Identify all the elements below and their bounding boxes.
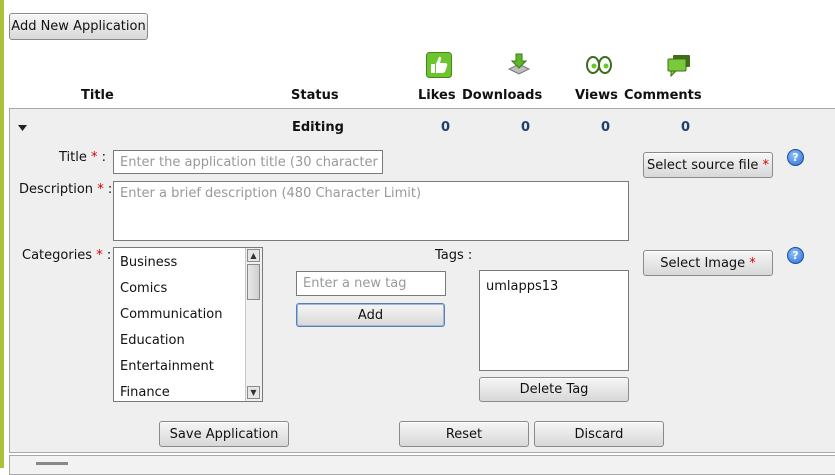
add-tag-button[interactable]: Add	[296, 303, 445, 327]
scrollbar-thumb[interactable]	[247, 264, 260, 300]
category-option[interactable]: Communication	[120, 307, 222, 322]
tag-item[interactable]: umlapps13	[486, 279, 558, 294]
reset-button[interactable]: Reset	[399, 421, 529, 447]
category-option[interactable]: Finance	[120, 385, 170, 400]
likes-count: 0	[441, 120, 451, 135]
column-header-status: Status	[291, 88, 339, 103]
column-header-comments: Comments	[624, 88, 702, 103]
description-label-text: Description	[19, 182, 94, 197]
downloads-count: 0	[521, 120, 531, 135]
scroll-down-arrow-icon[interactable]: ▼	[247, 386, 260, 399]
column-header-downloads: Downloads	[462, 88, 543, 103]
next-application-panel	[9, 455, 835, 475]
categories-label: Categories * :	[22, 248, 111, 263]
title-label-text: Title	[59, 150, 87, 165]
required-mark: *	[762, 157, 769, 173]
left-accent-rule	[0, 0, 4, 468]
tags-list[interactable]: umlapps13	[479, 270, 629, 371]
required-mark: *	[749, 255, 756, 271]
download-icon	[507, 53, 531, 75]
save-application-button[interactable]: Save Application	[159, 421, 289, 447]
categories-label-text: Categories	[22, 248, 93, 263]
collapse-triangle-icon[interactable]	[18, 125, 27, 131]
category-option[interactable]: Comics	[120, 281, 167, 296]
new-tag-input[interactable]: Enter a new tag	[296, 271, 446, 296]
description-label: Description * :	[19, 182, 112, 197]
label-suffix: :	[106, 248, 112, 263]
title-label: Title * :	[59, 150, 106, 165]
eyes-icon	[586, 56, 612, 74]
label-suffix: :	[107, 182, 113, 197]
category-option[interactable]: Business	[120, 255, 177, 270]
discard-button[interactable]: Discard	[534, 421, 664, 447]
category-option[interactable]: Education	[120, 333, 185, 348]
views-count: 0	[601, 120, 611, 135]
help-icon[interactable]: ?	[787, 149, 804, 166]
categories-listbox[interactable]: Business Comics Communication Education …	[113, 247, 263, 402]
tags-label: Tags :	[435, 248, 473, 263]
required-mark: *	[96, 248, 103, 263]
thumbs-up-icon	[426, 52, 452, 78]
column-header-views: Views	[575, 88, 618, 103]
drag-handle-icon[interactable]	[36, 462, 68, 465]
label-suffix: :	[101, 150, 107, 165]
required-mark: *	[91, 150, 98, 165]
select-image-button[interactable]: Select Image *	[643, 250, 773, 276]
help-icon[interactable]: ?	[787, 247, 804, 264]
add-new-application-button[interactable]: Add New Application	[9, 13, 148, 40]
description-textarea[interactable]: Enter a brief description (480 Character…	[113, 181, 629, 241]
category-option[interactable]: Entertainment	[120, 359, 214, 374]
select-source-file-label: Select source file	[647, 157, 759, 173]
categories-scrollbar[interactable]: ▲ ▼	[245, 248, 262, 401]
delete-tag-button[interactable]: Delete Tag	[479, 377, 629, 402]
select-image-label: Select Image	[660, 255, 746, 271]
scroll-up-arrow-icon[interactable]: ▲	[247, 249, 260, 262]
column-header-title: Title	[81, 88, 114, 103]
comments-count: 0	[681, 120, 691, 135]
application-status: Editing	[292, 120, 344, 135]
column-header-likes: Likes	[418, 88, 456, 103]
select-source-file-button[interactable]: Select source file *	[643, 152, 773, 178]
required-mark: *	[97, 182, 104, 197]
comment-bubbles-icon	[667, 55, 690, 78]
title-input[interactable]: Enter the application title (30 characte…	[113, 150, 383, 174]
